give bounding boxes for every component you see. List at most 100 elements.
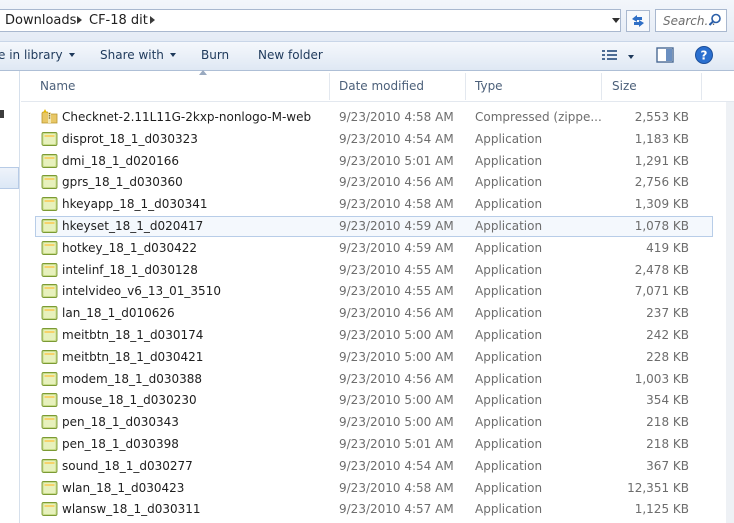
file-row[interactable]: wlan_18_1_d030423 9/23/2010 4:58 AM Applic… (21, 478, 734, 500)
application-icon (41, 153, 58, 168)
file-date-modified: 9/23/2010 4:55 AM (339, 262, 454, 277)
file-date-modified: 9/23/2010 4:57 AM (339, 502, 454, 517)
file-row[interactable]: dmi_18_1_d020166 9/23/2010 5:01 AM Applica… (21, 151, 734, 173)
application-icon (41, 240, 58, 255)
file-size: 12,351 KB (627, 480, 689, 495)
include-in-library-label: e in library (0, 48, 63, 62)
command-bar: e in library Share with Burn New folder … (0, 41, 734, 71)
file-size: 2,478 KB (634, 262, 689, 277)
file-date-modified: 9/23/2010 4:56 AM (339, 175, 454, 190)
file-size: 1,309 KB (634, 197, 689, 212)
file-type: Application (475, 458, 543, 473)
breadcrumb-downloads[interactable]: Downloads (5, 13, 76, 28)
file-size: 367 KB (646, 458, 689, 473)
file-size: 237 KB (646, 306, 689, 321)
preview-pane-icon[interactable] (656, 47, 674, 63)
vertical-scrollbar[interactable] (726, 102, 734, 523)
file-size: 2,553 KB (634, 110, 689, 124)
file-row[interactable]: disprot_18_1_d030323 9/23/2010 4:54 AM App… (21, 129, 734, 151)
file-size: 419 KB (646, 240, 689, 255)
file-date-modified: 9/23/2010 5:01 AM (339, 436, 454, 451)
file-type: Application (475, 502, 543, 517)
column-divider[interactable] (601, 73, 602, 100)
file-date-modified: 9/23/2010 4:58 AM (339, 197, 454, 212)
nav-selected-item[interactable] (0, 167, 19, 189)
file-type: Application (475, 284, 543, 299)
address-history-dropdown[interactable] (609, 10, 623, 31)
file-row[interactable]: hotkey_18_1_d030422 9/23/2010 4:59 AM Appl… (21, 238, 734, 260)
file-row[interactable]: gprs_18_1_d030360 9/23/2010 4:56 AM Applic… (21, 172, 734, 194)
file-name: hotkey_18_1_d030422 (62, 240, 197, 255)
file-type: Application (475, 349, 543, 364)
search-icon[interactable] (708, 13, 722, 27)
column-divider[interactable] (701, 73, 702, 100)
file-row[interactable]: wlansw_18_1_d030311 9/23/2010 4:57 AM Appl… (21, 499, 734, 521)
views-dropdown-icon[interactable] (628, 55, 634, 59)
file-name: modem_18_1_d030388 (62, 371, 203, 386)
include-in-library-menu[interactable]: e in library (0, 48, 75, 62)
refresh-button[interactable] (626, 10, 650, 32)
file-row[interactable]: hkeyapp_18_1_d030341 9/23/2010 4:58 AM App… (21, 194, 734, 216)
file-name: intelinf_18_1_d030128 (62, 262, 198, 277)
file-size: 1,125 KB (634, 502, 689, 517)
file-size: 7,071 KB (634, 284, 689, 299)
column-divider[interactable] (329, 73, 330, 100)
column-date-modified[interactable]: Date modified (339, 79, 424, 93)
column-type[interactable]: Type (475, 79, 503, 93)
file-name: wlan_18_1_d030423 (62, 480, 185, 495)
file-date-modified: 9/23/2010 4:55 AM (339, 284, 454, 299)
nav-expander-icon[interactable] (0, 110, 4, 118)
application-icon (41, 328, 58, 342)
views-icon[interactable] (600, 48, 620, 64)
file-row[interactable]: modem_18_1_d030388 9/23/2010 4:56 AM Appli… (21, 369, 734, 391)
file-row[interactable]: intelinf_18_1_d030128 9/23/2010 4:55 AM Ap… (21, 260, 734, 282)
file-row[interactable]: Checknet-2.11L11G-2kxp-nonlogo-M-web 9/23… (21, 107, 734, 129)
burn-button[interactable]: Burn (201, 48, 229, 62)
file-size: 1,183 KB (634, 131, 689, 146)
file-type: Application (475, 415, 543, 430)
navigation-pane[interactable] (0, 71, 20, 523)
search-input[interactable]: Search... (655, 9, 727, 32)
file-type: Application (475, 131, 543, 146)
column-size[interactable]: Size (612, 79, 637, 93)
file-row[interactable]: sound_18_1_d030277 9/23/2010 4:54 AM Appli… (21, 456, 734, 478)
file-type: Application (475, 197, 543, 212)
file-row[interactable]: pen_18_1_d030398 9/23/2010 5:01 AM Applica… (21, 434, 734, 456)
column-divider[interactable] (465, 73, 466, 100)
file-name: Checknet-2.11L11G-2kxp-nonlogo-M-web (62, 110, 312, 124)
address-bar[interactable]: Downloads CF-18 dit (0, 9, 621, 32)
application-icon (41, 284, 58, 299)
application-icon (41, 371, 58, 386)
file-row[interactable]: meitbtn_18_1_d030421 9/23/2010 5:00 AM App… (21, 347, 734, 369)
chevron-down-icon (612, 18, 620, 23)
file-list: Checknet-2.11L11G-2kxp-nonlogo-M-web 9/23… (21, 107, 734, 521)
breadcrumb-current-folder[interactable]: CF-18 dit (89, 13, 148, 28)
breadcrumb-separator-icon[interactable] (77, 16, 82, 24)
file-row[interactable]: hkeyset_18_1_d020417 9/23/2010 4:59 AM App… (21, 215, 734, 238)
file-row[interactable]: mouse_18_1_d030230 9/23/2010 5:00 AM Appli… (21, 390, 734, 412)
file-name: pen_18_1_d030343 (62, 415, 179, 430)
file-type: Application (475, 262, 543, 277)
breadcrumb-separator-icon[interactable] (150, 16, 155, 24)
new-folder-button[interactable]: New folder (258, 48, 323, 62)
file-size: 2,756 KB (634, 175, 689, 190)
file-name: hkeyapp_18_1_d030341 (62, 197, 208, 212)
file-name: gprs_18_1_d030360 (62, 175, 183, 190)
file-date-modified: 9/23/2010 4:58 AM (339, 480, 454, 495)
file-date-modified: 9/23/2010 5:00 AM (339, 393, 454, 408)
file-row[interactable]: pen_18_1_d030343 9/23/2010 5:00 AM Applica… (21, 412, 734, 434)
file-type: Application (475, 240, 543, 255)
help-icon[interactable]: ? (694, 45, 714, 65)
file-name: pen_18_1_d030398 (62, 436, 179, 451)
column-name[interactable]: Name (40, 79, 75, 93)
file-date-modified: 9/23/2010 4:58 AM (339, 110, 454, 124)
file-row[interactable]: lan_18_1_d010626 9/23/2010 4:56 AM Applica… (21, 303, 734, 325)
file-size: 354 KB (646, 393, 689, 408)
share-with-label: Share with (100, 48, 164, 62)
application-icon (41, 349, 58, 364)
file-row[interactable]: intelvideo_v6_13_01_3510 9/23/2010 4:55 A… (21, 281, 734, 303)
share-with-menu[interactable]: Share with (100, 48, 176, 62)
file-date-modified: 9/23/2010 5:00 AM (339, 415, 454, 430)
zip-folder-icon (41, 109, 58, 124)
file-row[interactable]: meitbtn_18_1_d030174 9/23/2010 5:00 AM App… (21, 325, 734, 347)
